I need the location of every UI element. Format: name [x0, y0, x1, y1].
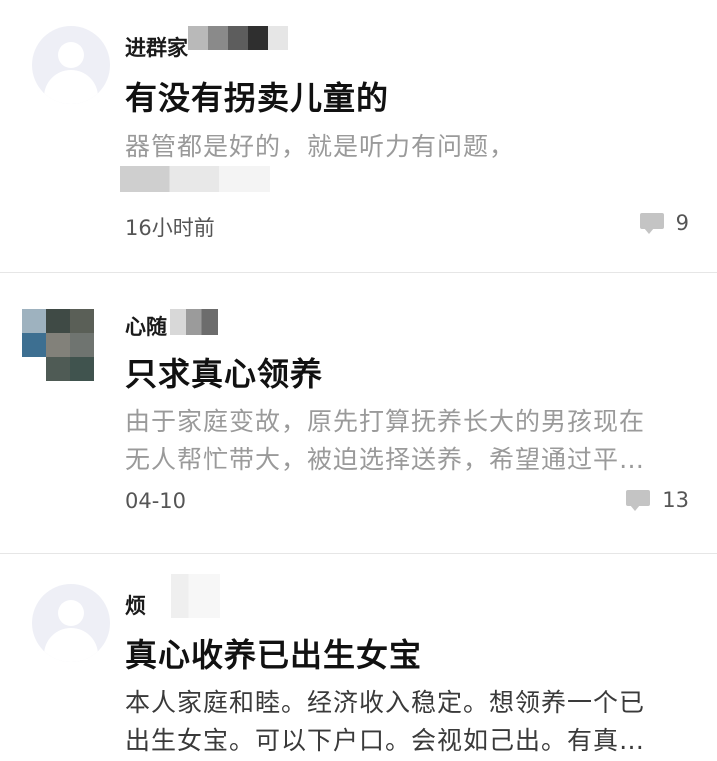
pixelated-avatar[interactable]	[22, 309, 102, 389]
username-redaction	[188, 26, 288, 50]
post-title[interactable]: 只求真心领养	[125, 349, 323, 395]
excerpt-line: 器管都是好的，就是听力有问题，	[125, 132, 516, 161]
default-avatar-icon[interactable]	[32, 26, 110, 104]
post-item[interactable]: 心随 只求真心领养 由于家庭变故，原先打算抚养长大的男孩现在 无人帮忙带大，被迫…	[0, 273, 717, 553]
excerpt-line: 无人帮忙带大，被迫选择送养，希望通过平…	[125, 445, 646, 474]
comment-count-value: 13	[662, 488, 689, 512]
excerpt-line: 由于家庭变故，原先打算抚养长大的男孩现在	[125, 407, 646, 436]
post-username[interactable]: 心随	[125, 311, 167, 341]
post-time: 04-10	[125, 489, 187, 513]
post-feed: 进群家 有没有拐卖儿童的 器管都是好的，就是听力有问题， 16小时前 9 心随 …	[0, 0, 717, 761]
username-redaction	[170, 309, 218, 335]
post-excerpt: 本人家庭和睦。经济收入稳定。想领养一个已 出生女宝。可以下户口。会视如己出。有真…	[125, 684, 685, 760]
post-title[interactable]: 有没有拐卖儿童的	[125, 73, 389, 119]
post-username[interactable]: 进群家	[125, 32, 188, 62]
comment-count[interactable]: 13	[626, 488, 689, 512]
post-username[interactable]: 烦	[125, 590, 146, 620]
default-avatar-icon[interactable]	[32, 584, 110, 662]
excerpt-redaction	[120, 166, 270, 192]
post-item[interactable]: 烦 真心收养已出生女宝 本人家庭和睦。经济收入稳定。想领养一个已 出生女宝。可以…	[0, 554, 717, 761]
comment-icon	[639, 213, 664, 234]
excerpt-line: 出生女宝。可以下户口。会视如己出。有真…	[125, 726, 646, 755]
comment-icon	[626, 490, 651, 511]
comment-count-value: 9	[675, 211, 689, 235]
post-item[interactable]: 进群家 有没有拐卖儿童的 器管都是好的，就是听力有问题， 16小时前 9	[0, 0, 717, 272]
username-redaction	[150, 574, 220, 618]
post-excerpt: 器管都是好的，就是听力有问题，	[125, 128, 685, 166]
excerpt-line: 本人家庭和睦。经济收入稳定。想领养一个已	[125, 688, 646, 717]
post-excerpt: 由于家庭变故，原先打算抚养长大的男孩现在 无人帮忙带大，被迫选择送养，希望通过平…	[125, 403, 685, 479]
post-title[interactable]: 真心收养已出生女宝	[125, 630, 422, 676]
comment-count[interactable]: 9	[639, 211, 689, 235]
post-time: 16小时前	[125, 216, 215, 240]
